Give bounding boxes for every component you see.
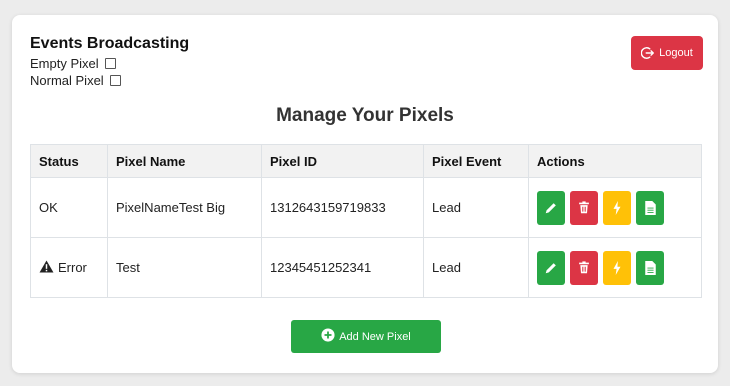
pixel-name-cell: Test	[107, 237, 262, 298]
column-header-pixel-id: Pixel ID	[261, 144, 424, 178]
trash-icon	[579, 261, 589, 274]
pixel-id-cell: 1312643159719833	[261, 177, 424, 238]
edit-button[interactable]	[537, 250, 565, 285]
pixel-id-cell: 12345451252341	[261, 237, 424, 298]
page-title: Manage Your Pixels	[276, 105, 454, 126]
empty-pixel-checkbox[interactable]	[104, 58, 116, 69]
status-cell: OK	[30, 177, 108, 238]
logout-icon	[641, 46, 655, 60]
logout-label: Logout	[659, 47, 693, 59]
details-button[interactable]	[636, 250, 664, 285]
column-header-pixel-event: Pixel Event	[423, 144, 529, 178]
status-cell: Error	[30, 237, 108, 298]
logout-button[interactable]: Logout	[631, 36, 703, 70]
table-header-row: Status Pixel Name Pixel ID Pixel Event A…	[30, 144, 702, 178]
events-broadcasting-panel: Events Broadcasting Empty Pixel Normal P…	[30, 35, 189, 89]
status-text: Error	[58, 260, 87, 275]
pixel-name-cell: PixelNameTest Big	[107, 177, 262, 238]
table-row: Error Test 12345451252341 Lead	[30, 237, 702, 298]
pixel-event-cell: Lead	[423, 237, 529, 298]
column-header-actions: Actions	[528, 144, 702, 178]
plus-circle-icon	[321, 328, 335, 345]
delete-button[interactable]	[570, 250, 598, 285]
empty-pixel-option[interactable]: Empty Pixel	[30, 55, 189, 72]
pencil-icon	[545, 262, 556, 273]
normal-pixel-option[interactable]: Normal Pixel	[30, 72, 189, 89]
pencil-icon	[545, 202, 556, 213]
trash-icon	[579, 201, 589, 214]
warning-icon	[39, 259, 54, 276]
table-row: OK PixelNameTest Big 1312643159719833 Le…	[30, 177, 702, 238]
empty-pixel-label: Empty Pixel	[30, 56, 99, 71]
normal-pixel-label: Normal Pixel	[30, 73, 104, 88]
delete-button[interactable]	[570, 190, 598, 225]
pixel-manager-card: Events Broadcasting Empty Pixel Normal P…	[12, 15, 718, 373]
events-broadcasting-title: Events Broadcasting	[30, 35, 190, 52]
document-icon	[644, 200, 656, 215]
actions-cell	[528, 237, 702, 298]
edit-button[interactable]	[537, 190, 565, 225]
lightning-icon	[613, 260, 621, 275]
actions-cell	[528, 177, 702, 238]
lightning-icon	[613, 200, 621, 215]
fire-event-button[interactable]	[603, 190, 631, 225]
column-header-status: Status	[30, 144, 108, 178]
normal-pixel-checkbox[interactable]	[109, 75, 121, 86]
pixels-table: Status Pixel Name Pixel ID Pixel Event A…	[30, 144, 702, 298]
document-icon	[644, 260, 656, 275]
pixel-event-cell: Lead	[423, 177, 529, 238]
details-button[interactable]	[636, 190, 664, 225]
fire-event-button[interactable]	[603, 250, 631, 285]
column-header-pixel-name: Pixel Name	[107, 144, 262, 178]
status-text: OK	[39, 200, 58, 215]
add-new-pixel-label: Add New Pixel	[339, 330, 411, 343]
add-new-pixel-button[interactable]: Add New Pixel	[291, 320, 441, 353]
